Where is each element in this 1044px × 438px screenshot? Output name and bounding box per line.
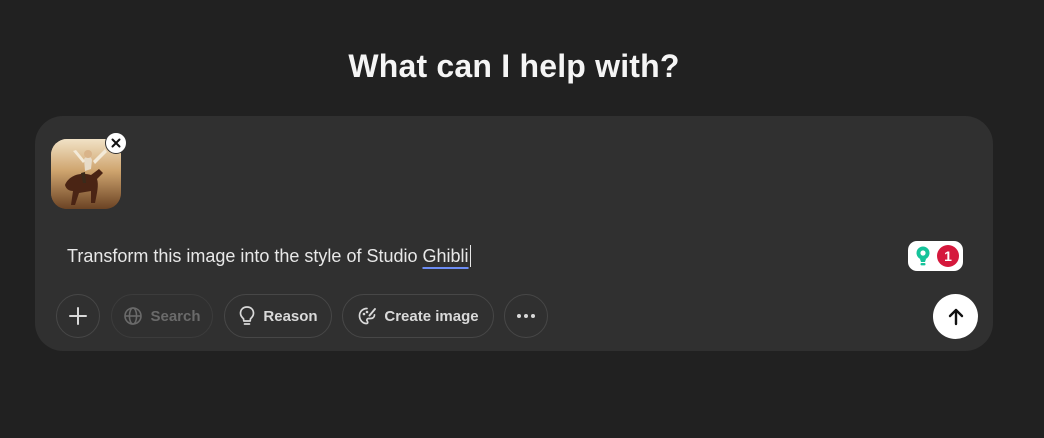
- prompt-input[interactable]: Transform this image into the style of S…: [67, 245, 471, 267]
- flagged-word[interactable]: Ghibli: [423, 246, 469, 266]
- arrow-up-icon: [948, 308, 963, 325]
- send-button[interactable]: [933, 294, 978, 339]
- ellipsis-icon: [517, 314, 535, 318]
- palette-icon: [359, 307, 377, 325]
- globe-icon: [124, 307, 143, 325]
- lightbulb-icon: [240, 306, 255, 325]
- reason-button[interactable]: Reason: [224, 294, 332, 338]
- text-caret: [469, 245, 471, 267]
- create-image-label: Create image: [384, 307, 479, 325]
- prompt-text: Transform this image into the style of S…: [67, 246, 423, 266]
- plus-icon: [69, 307, 87, 325]
- search-label: Search: [150, 307, 201, 325]
- reason-label: Reason: [263, 307, 318, 325]
- more-tools-button[interactable]: [504, 294, 548, 338]
- page-title: What can I help with?: [348, 48, 680, 84]
- search-button[interactable]: Search: [111, 294, 213, 338]
- composer: Transform this image into the style of S…: [35, 116, 993, 351]
- attach-button[interactable]: [56, 294, 100, 338]
- lightbulb-icon: [916, 246, 930, 266]
- grammar-assistant-badge[interactable]: 1: [908, 241, 963, 271]
- remove-attachment-button[interactable]: [105, 132, 127, 154]
- close-icon: [111, 138, 121, 148]
- create-image-button[interactable]: Create image: [342, 294, 494, 338]
- issue-count-badge: 1: [937, 245, 959, 267]
